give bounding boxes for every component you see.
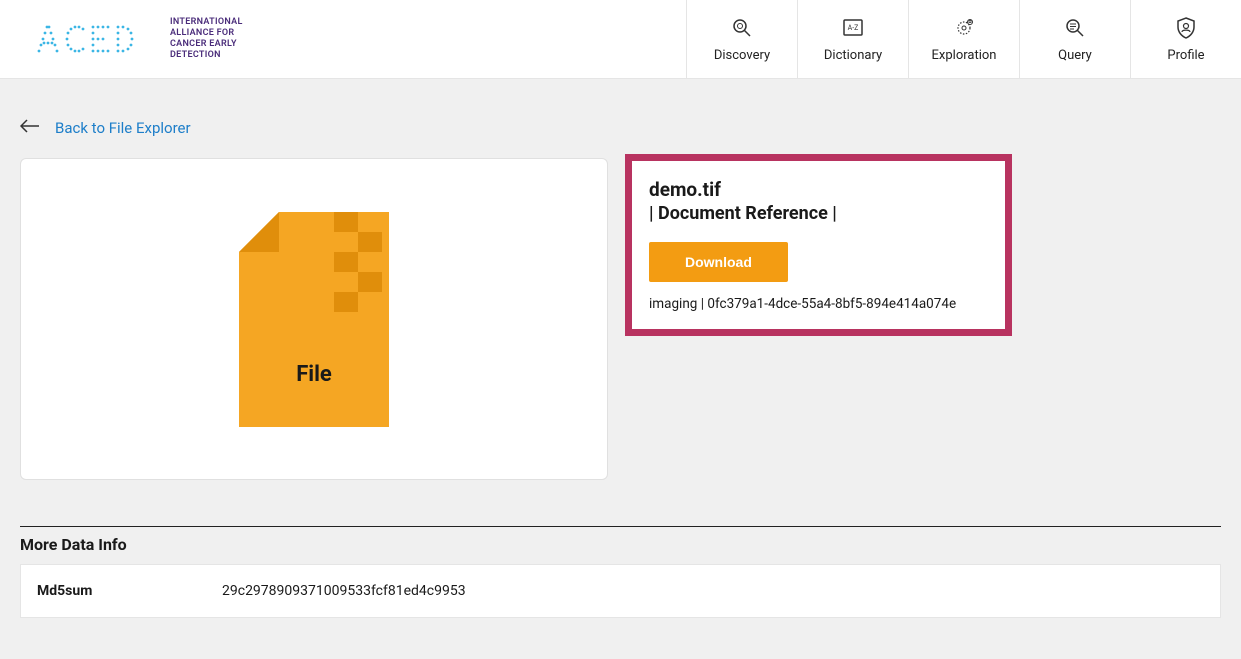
download-button[interactable]: Download — [649, 242, 788, 282]
discovery-icon — [728, 16, 756, 40]
nav-exploration-label: Exploration — [932, 48, 997, 63]
file-guid: 0fc379a1-4dce-55a4-8bf5-894e414a074e — [707, 296, 956, 312]
content: Back to File Explorer File demo.tif | Do… — [0, 79, 1241, 638]
file-category: imaging — [649, 296, 697, 312]
logo-subtitle: INTERNATIONAL ALLIANCE FOR CANCER EARLY … — [170, 17, 243, 60]
info-row-key: Md5sum — [37, 583, 222, 599]
header: INTERNATIONAL ALLIANCE FOR CANCER EARLY … — [0, 0, 1241, 79]
profile-icon — [1172, 16, 1200, 40]
svg-text:A-Z: A-Z — [848, 24, 859, 32]
file-meta-line: imaging | 0fc379a1-4dce-55a4-8bf5-894e41… — [649, 296, 988, 312]
file-info-panel: demo.tif | Document Reference | Download… — [632, 161, 1005, 329]
file-name: demo.tif — [649, 178, 988, 201]
file-icon-label: File — [239, 362, 389, 387]
dictionary-icon: A-Z — [839, 16, 867, 40]
document-reference-label: | Document Reference | — [649, 203, 988, 224]
more-data-info-title: More Data Info — [20, 527, 1221, 564]
back-link-text: Back to File Explorer — [55, 119, 191, 137]
nav: Discovery A-Z Dictionary Exploration Que… — [686, 0, 1241, 78]
logo-area[interactable]: INTERNATIONAL ALLIANCE FOR CANCER EARLY … — [0, 0, 243, 78]
exploration-icon — [950, 16, 978, 40]
info-row-value: 29c2978909371009533fcf81ed4c9953 — [222, 583, 466, 599]
nav-profile-label: Profile — [1167, 48, 1204, 63]
nav-dictionary[interactable]: A-Z Dictionary — [797, 0, 908, 78]
file-icon: File — [239, 212, 389, 427]
nav-profile[interactable]: Profile — [1130, 0, 1241, 78]
nav-discovery-label: Discovery — [714, 48, 770, 63]
nav-query[interactable]: Query — [1019, 0, 1130, 78]
main-row: File demo.tif | Document Reference | Dow… — [20, 158, 1221, 480]
query-icon — [1061, 16, 1089, 40]
more-data-info-section: More Data Info Md5sum 29c297890937100953… — [20, 526, 1221, 618]
file-preview-card: File — [20, 158, 608, 480]
nav-exploration[interactable]: Exploration — [908, 0, 1019, 78]
back-arrow-icon — [20, 117, 40, 138]
info-row: Md5sum 29c2978909371009533fcf81ed4c9953 — [20, 564, 1221, 618]
aced-logo — [35, 19, 160, 59]
nav-query-label: Query — [1058, 48, 1092, 63]
nav-dictionary-label: Dictionary — [824, 48, 882, 63]
nav-discovery[interactable]: Discovery — [686, 0, 797, 78]
back-link[interactable]: Back to File Explorer — [20, 117, 1221, 138]
